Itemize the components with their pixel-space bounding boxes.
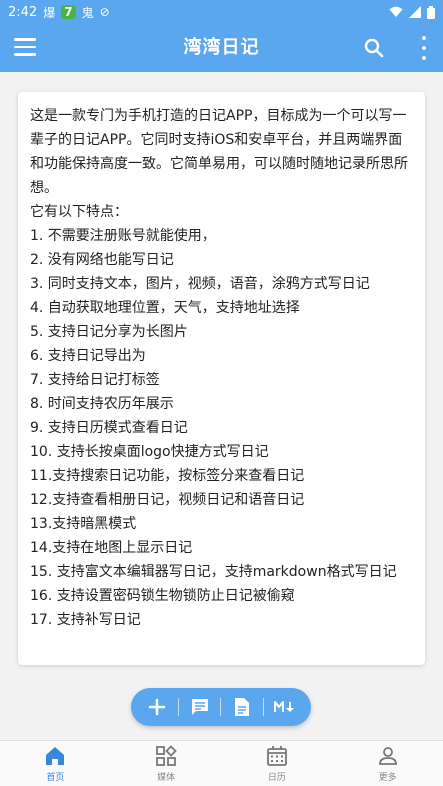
markdown-entry-button[interactable] [273, 695, 297, 719]
plus-icon [149, 698, 166, 716]
person-icon [378, 747, 397, 765]
nav-label: 日历 [267, 773, 286, 783]
list-item: 6. 支持日记导出为 [30, 348, 146, 364]
nav-label: 更多 [378, 773, 397, 783]
text-entry-button[interactable] [188, 695, 212, 719]
list-item: 3. 同时支持文本，图片，视频，语音，涂鸦方式写日记 [30, 276, 370, 292]
new-entry-toolbar [131, 688, 311, 726]
list-item: 4. 自动获取地理位置，天气，支持地址选择 [30, 300, 300, 316]
list-item: 14.支持在地图上显示日记 [30, 540, 193, 556]
home-icon [46, 747, 65, 765]
document-entry-button[interactable] [230, 695, 254, 719]
list-item: 1. 不需要注册账号就能使用， [30, 228, 216, 244]
status-ghost-icon: 鬼 [81, 5, 94, 20]
more-options-button[interactable] [421, 36, 427, 60]
list-item: 15. 支持富文本编辑器写日记，支持markdown格式写日记 [30, 564, 397, 580]
media-grid-icon [156, 745, 177, 766]
nav-more[interactable]: 更多 [332, 741, 443, 786]
diary-intro: 这是一款专门为手机打造的日记APP，目标成为一个可以写一辈子的日记APP。它同时… [30, 108, 408, 196]
wifi-icon [389, 6, 403, 17]
nav-calendar[interactable]: 日历 [222, 741, 333, 786]
features-title: 它有以下特点： [30, 204, 128, 220]
status-badge-icon: 7 [61, 5, 76, 19]
signal-icon [409, 6, 421, 18]
list-item: 11.支持搜索日记功能，按标签分来查看日记 [30, 468, 305, 484]
calendar-icon [266, 746, 287, 766]
status-sync-icon: ⊘ [99, 5, 110, 19]
list-item: 2. 没有网络也能写日记 [30, 252, 174, 268]
battery-icon [427, 5, 435, 19]
list-item: 9. 支持日历模式查看日记 [30, 420, 188, 436]
document-icon [235, 698, 250, 716]
search-button[interactable] [363, 37, 385, 59]
list-item: 13.支持暗黑模式 [30, 516, 137, 532]
toolbar-divider [262, 698, 264, 716]
markdown-icon [273, 701, 294, 712]
status-bar: 2:42 爆 7 鬼 ⊘ [0, 0, 443, 24]
nav-label: 媒体 [157, 773, 176, 783]
list-item: 12.支持查看相册日记，视频日记和语音日记 [30, 492, 305, 508]
chat-bubble-icon [191, 699, 208, 715]
nav-label: 首页 [46, 773, 65, 783]
list-item: 17. 支持补写日记 [30, 612, 141, 628]
list-item: 7. 支持给日记打标签 [30, 372, 160, 388]
nav-media[interactable]: 媒体 [111, 741, 222, 786]
app-bar: 湾湾日记 [0, 24, 443, 72]
nav-home[interactable]: 首页 [0, 741, 111, 786]
toolbar-divider [178, 698, 180, 716]
status-app-icon: 爆 [43, 5, 56, 20]
bottom-nav: 首页 媒体 日历 更多 [0, 740, 443, 786]
list-item: 10. 支持长按桌面logo快捷方式写日记 [30, 444, 269, 460]
search-icon [364, 38, 384, 58]
list-item: 8. 时间支持农历年展示 [30, 396, 174, 412]
add-entry-button[interactable] [145, 695, 169, 719]
more-vert-icon [422, 36, 426, 40]
diary-card[interactable]: 这是一款专门为手机打造的日记APP，目标成为一个可以写一辈子的日记APP。它同时… [18, 92, 425, 665]
list-item: 5. 支持日记分享为长图片 [30, 324, 188, 340]
list-item: 16. 支持设置密码锁生物锁防止日记被偷窥 [30, 588, 295, 604]
toolbar-divider [220, 698, 222, 716]
status-time: 2:42 [8, 4, 38, 20]
